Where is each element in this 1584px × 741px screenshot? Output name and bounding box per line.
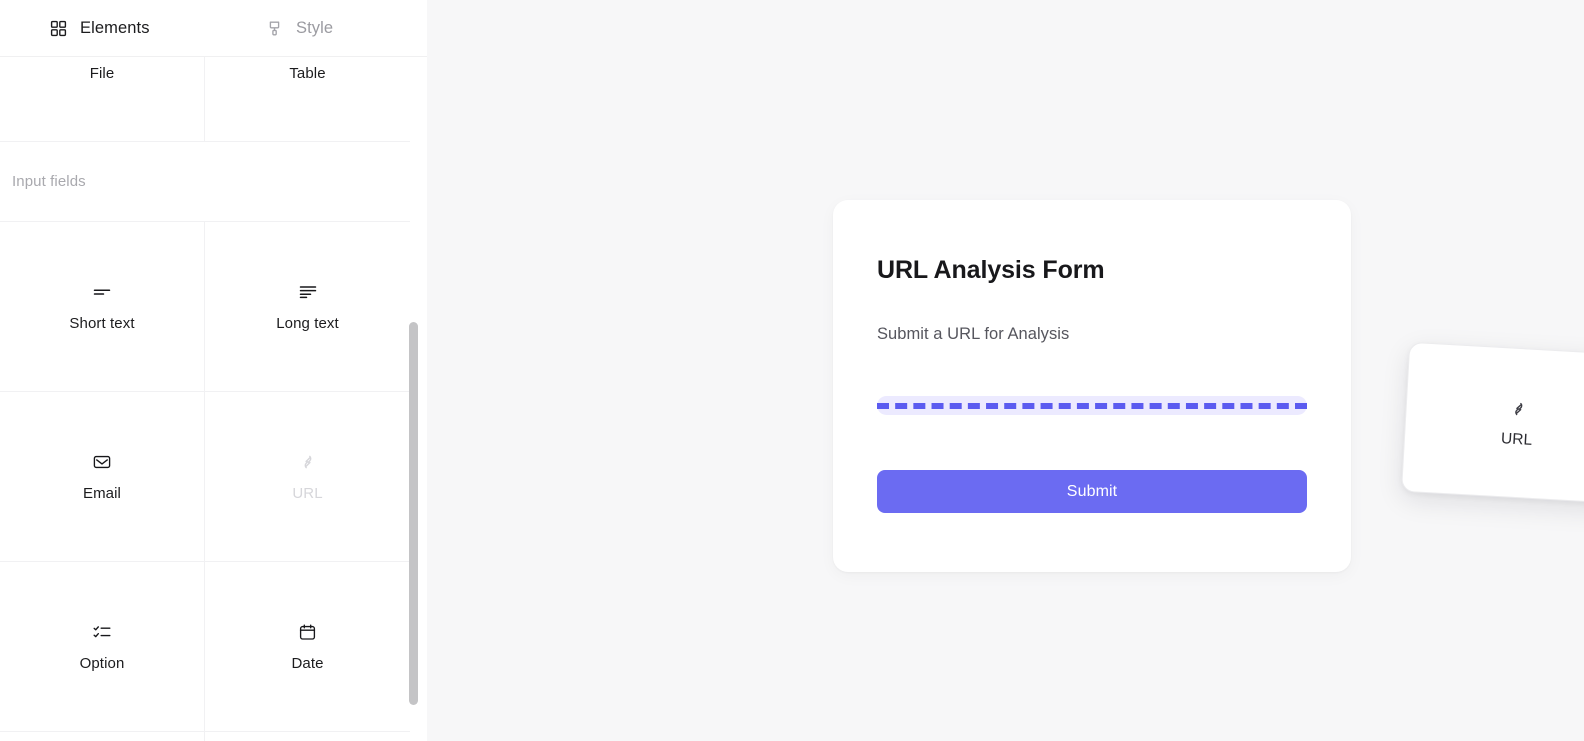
long-text-icon	[298, 281, 318, 303]
palette-section-heading-input-fields: Input fields	[0, 142, 410, 222]
short-text-icon	[92, 281, 112, 303]
palette-item-placeholder[interactable]	[0, 732, 205, 741]
palette-item-label: URL	[292, 485, 322, 502]
sidebar-tab-bar: Elements Style	[0, 0, 427, 57]
palette-section-general: File Table	[0, 57, 410, 142]
checklist-icon	[92, 621, 112, 643]
drop-placeholder-indicator	[877, 396, 1307, 415]
palette-section-input-fields: Short text Long text	[0, 222, 410, 732]
palette-item-option[interactable]: Option	[0, 562, 205, 732]
palette-item-table[interactable]: Table	[205, 57, 410, 142]
palette-item-file[interactable]: File	[0, 57, 205, 142]
palette-section-next	[0, 732, 410, 741]
drag-overlay-url-card: URL	[1401, 342, 1584, 504]
drop-dashed-line	[877, 403, 1307, 409]
palette-item-label: Date	[291, 655, 323, 672]
envelope-icon	[92, 451, 112, 473]
submit-button[interactable]: Submit	[877, 470, 1307, 513]
palette-item-email[interactable]: Email	[0, 392, 205, 562]
palette-scrollbar-track[interactable]	[409, 114, 418, 741]
page-title: URL Analysis Form	[877, 256, 1105, 285]
palette-item-placeholder[interactable]	[205, 732, 410, 741]
tab-elements[interactable]: Elements	[0, 0, 210, 57]
palette-item-url[interactable]: URL	[205, 392, 410, 562]
palette-item-short-text[interactable]: Short text	[0, 222, 205, 392]
drag-overlay-label: URL	[1500, 430, 1532, 450]
tab-style-label: Style	[296, 19, 333, 38]
tab-elements-label: Elements	[80, 19, 150, 38]
elements-sidebar: Elements Style	[0, 0, 427, 741]
form-canvas: URL Analysis Form Submit a URL for Analy…	[427, 0, 1584, 741]
palette-item-label: Email	[83, 485, 121, 502]
tab-style[interactable]: Style	[210, 0, 410, 57]
paint-roller-icon	[266, 20, 283, 37]
form-subtitle: Submit a URL for Analysis	[877, 325, 1069, 344]
calendar-icon	[298, 621, 317, 643]
palette-scrollbar-thumb[interactable]	[409, 322, 418, 705]
form-preview-card: URL Analysis Form Submit a URL for Analy…	[833, 200, 1351, 572]
palette-item-label: Short text	[69, 315, 134, 332]
palette-item-label: Long text	[276, 315, 339, 332]
palette-item-label: Option	[80, 655, 125, 672]
link-icon	[1509, 397, 1528, 420]
palette-item-date[interactable]: Date	[205, 562, 410, 732]
element-palette: File Table Input fields	[0, 57, 427, 741]
link-icon	[299, 451, 317, 473]
app-root: Elements Style	[0, 0, 1584, 741]
palette-item-label: Table	[289, 65, 325, 82]
grid-icon	[50, 20, 67, 37]
palette-item-label: File	[90, 65, 115, 82]
section-heading-label: Input fields	[12, 173, 86, 190]
palette-item-long-text[interactable]: Long text	[205, 222, 410, 392]
